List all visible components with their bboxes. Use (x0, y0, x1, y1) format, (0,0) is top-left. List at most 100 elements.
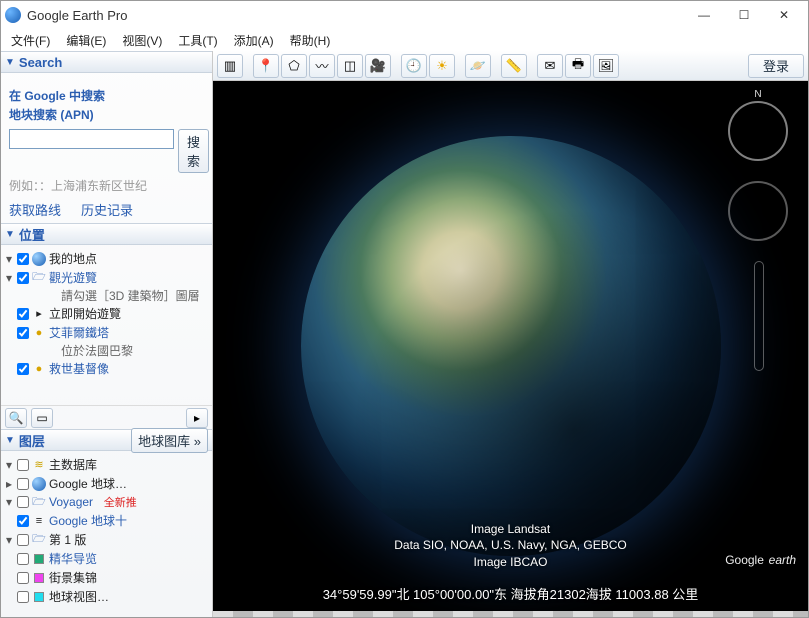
checkbox[interactable] (17, 534, 29, 546)
layers-icon: ≋ (31, 458, 47, 472)
layers-panel-header[interactable]: ▼ 图层 地球图库 » (1, 429, 212, 451)
node-voyager[interactable]: Voyager (49, 495, 93, 509)
places-panel-header[interactable]: ▼ 位置 (1, 223, 212, 245)
search-panel-header[interactable]: ▼ Search (1, 51, 212, 73)
globe (301, 136, 721, 556)
search-button[interactable]: 搜索 (178, 129, 209, 173)
add-placemark-button[interactable]: 📍 (253, 54, 279, 78)
login-button[interactable]: 登录 (748, 54, 804, 78)
globe-canvas[interactable]: Image Landsat Data SIO, NOAA, U.S. Navy,… (213, 81, 808, 611)
node-eiffel-desc: 位於法國巴黎 (3, 342, 210, 359)
minimize-button[interactable]: — (684, 3, 724, 27)
places-tree: ▾我的地点 ▾🗁觀光遊覽 請勾選［3D 建築物］圖層 ▸立即開始遊覽 ●艾菲爾鐵… (1, 245, 212, 405)
menu-edit[interactable]: 编辑(E) (66, 32, 106, 49)
add-polygon-button[interactable]: ⬠ (281, 54, 307, 78)
imagery-credits: Image Landsat Data SIO, NOAA, U.S. Navy,… (394, 521, 627, 571)
sidebar: ▼ Search 在 Google 中搜索 地块搜索 (APN) 搜索 例如：：… (1, 51, 213, 617)
places-toolbar: 🔍 ▭ ▸ (1, 405, 212, 429)
layers-tree: ▾≋主数据库 ▸Google 地球… ▾🗁Voyager 全新推 ≡Google… (1, 451, 212, 617)
history-button[interactable]: 🕘 (401, 54, 427, 78)
title-bar: Google Earth Pro — ☐ ✕ (1, 1, 808, 29)
nav-zoom-slider[interactable] (754, 261, 764, 371)
close-button[interactable]: ✕ (764, 3, 804, 27)
gallery-button[interactable]: ▭ (31, 408, 53, 428)
search-body: 在 Google 中搜索 地块搜索 (APN) 搜索 例如：：上海浦东新区世纪 … (1, 73, 212, 223)
viewer-toolbar: ▥ 📍 ⬠ 〰 ◫ 🎥 🕘 ☀ 🪐 📏 ✉ 🖶 🖼 登录 (213, 51, 808, 81)
thumbnail-strip (213, 611, 808, 617)
search-places-button[interactable]: 🔍 (5, 408, 27, 428)
earth-icon (32, 252, 46, 266)
expand-toggle[interactable]: ▾ (3, 252, 15, 266)
layers-title: 图层 (19, 431, 127, 450)
checkbox[interactable] (17, 363, 29, 375)
toggle-sidebar-button[interactable]: ▥ (217, 54, 243, 78)
search-option-apn[interactable]: 地块搜索 (APN) (9, 106, 204, 123)
checkbox[interactable] (17, 327, 29, 339)
menu-bar: 文件(F) 编辑(E) 视图(V) 工具(T) 添加(A) 帮助(H) (1, 29, 808, 51)
expand-toggle[interactable]: ▾ (3, 533, 15, 547)
checkbox[interactable] (17, 572, 29, 584)
node-christ[interactable]: 救世基督像 (49, 360, 109, 377)
email-button[interactable]: ✉ (537, 54, 563, 78)
expand-toggle[interactable]: ▾ (3, 271, 15, 285)
node-highlights[interactable]: 精华导览 (49, 550, 97, 567)
folder-icon: 🗁 (31, 533, 47, 547)
menu-help[interactable]: 帮助(H) (290, 32, 331, 49)
node-google-more[interactable]: Google 地球十 (49, 512, 127, 529)
add-path-button[interactable]: 〰 (309, 54, 335, 78)
checkbox[interactable] (17, 496, 29, 508)
menu-file[interactable]: 文件(F) (11, 32, 50, 49)
expand-toggle[interactable]: ▾ (3, 458, 15, 472)
node-streetview[interactable]: 街景集锦 (49, 569, 97, 586)
expand-toggle[interactable]: ▸ (3, 477, 15, 491)
nav-compass[interactable] (728, 101, 788, 161)
save-image-button[interactable]: 🖼 (593, 54, 619, 78)
record-tour-button[interactable]: 🎥 (365, 54, 391, 78)
node-globeview[interactable]: 地球视图… (49, 588, 109, 605)
play-icon: ▸ (31, 307, 47, 321)
search-option-google[interactable]: 在 Google 中搜索 (9, 87, 204, 104)
brand-watermark: Google earth (725, 549, 796, 569)
placemark-icon: ● (31, 362, 47, 376)
checkbox[interactable] (17, 515, 29, 527)
checkbox[interactable] (17, 459, 29, 471)
ruler-button[interactable]: 📏 (501, 54, 527, 78)
menu-view[interactable]: 视图(V) (122, 32, 162, 49)
add-overlay-button[interactable]: ◫ (337, 54, 363, 78)
search-example: 例如：：上海浦东新区世纪 (9, 177, 204, 194)
checkbox[interactable] (17, 478, 29, 490)
node-start-tour[interactable]: 立即開始遊覽 (49, 305, 121, 322)
folder-icon: 🗁 (31, 495, 47, 509)
search-title: Search (19, 55, 208, 70)
checkbox[interactable] (17, 272, 29, 284)
node-edition1[interactable]: 第 1 版 (49, 531, 86, 548)
color-chip (31, 571, 47, 585)
planets-button[interactable]: 🪐 (465, 54, 491, 78)
checkbox[interactable] (17, 308, 29, 320)
node-google-earth[interactable]: Google 地球… (49, 475, 127, 492)
expand-toggle[interactable]: ▾ (3, 495, 15, 509)
node-my-places[interactable]: 我的地点 (49, 250, 97, 267)
nav-look-joystick[interactable] (728, 181, 788, 241)
link-history[interactable]: 历史记录 (81, 200, 133, 219)
print-button[interactable]: 🖶 (565, 54, 591, 78)
play-tour-button[interactable]: ▸ (186, 408, 208, 428)
link-get-directions[interactable]: 获取路线 (9, 200, 61, 219)
collapse-icon: ▼ (5, 435, 15, 446)
checkbox[interactable] (17, 253, 29, 265)
folder-icon: 🗁 (31, 271, 47, 285)
checkbox[interactable] (17, 591, 29, 603)
sunlight-button[interactable]: ☀ (429, 54, 455, 78)
node-sightseeing[interactable]: 觀光遊覽 (49, 269, 97, 286)
window-title: Google Earth Pro (27, 8, 684, 23)
menu-add[interactable]: 添加(A) (234, 32, 274, 49)
menu-tools[interactable]: 工具(T) (178, 32, 217, 49)
maximize-button[interactable]: ☐ (724, 3, 764, 27)
search-input[interactable] (9, 129, 174, 149)
node-eiffel[interactable]: 艾菲爾鐵塔 (49, 324, 109, 341)
node-primary-db[interactable]: 主数据库 (49, 456, 97, 473)
earth-gallery-button[interactable]: 地球图库 » (131, 428, 208, 453)
item-icon: ≡ (31, 514, 47, 528)
checkbox[interactable] (17, 553, 29, 565)
voyager-new-badge: 全新推 (104, 494, 137, 510)
